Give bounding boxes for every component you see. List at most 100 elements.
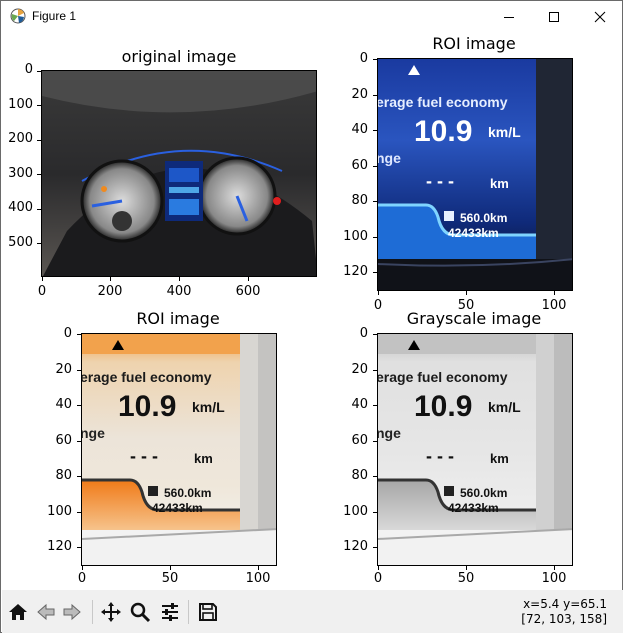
subplot-roi-inverted-image[interactable]: erage fuel economy 10.9 km/L nge - - - k… [81, 333, 277, 566]
tick-label: 0 [359, 51, 368, 66]
trip-value: 560.0km [164, 486, 211, 500]
dashboard-photo [42, 71, 316, 276]
cursor-xy: x=5.4 y=65.1 [523, 597, 607, 611]
tick-label: 400 [8, 200, 33, 215]
toolbar-separator [92, 600, 93, 624]
magnifier-icon [130, 602, 151, 623]
tick-label: 0 [24, 62, 33, 77]
tick-label: 20 [351, 362, 368, 377]
fuel-economy-unit: km/L [192, 399, 225, 415]
back-button[interactable] [33, 599, 59, 625]
range-unit: km [490, 451, 509, 466]
range-dashes: - - - [426, 446, 454, 466]
range-unit: km [194, 451, 213, 466]
subplot-roi-inverted-title: ROI image [136, 309, 220, 328]
minimize-icon [504, 16, 514, 18]
tick-label: 60 [55, 433, 72, 448]
matplotlib-logo-icon [10, 8, 26, 24]
tick-label: 400 [166, 284, 192, 299]
tick-label: 100 [343, 229, 368, 244]
tick-label: 80 [351, 468, 368, 483]
roi-display-grayscale: erage fuel economy 10.9 km/L nge - - - k… [378, 334, 572, 565]
roi-display-blue: erage fuel economy 10.9 km/L nge - - - k… [378, 59, 572, 290]
trip-value: 560.0km [460, 211, 507, 225]
tick-label: 20 [351, 87, 368, 102]
save-button[interactable] [195, 599, 221, 625]
roi-display-inverted: erage fuel economy 10.9 km/L nge - - - k… [82, 334, 276, 565]
range-label: nge [378, 425, 401, 441]
fuel-economy-unit: km/L [488, 399, 521, 415]
subplot-original-title: original image [121, 47, 237, 66]
navigation-toolbar: x=5.4 y=65.1 [72, 103, 158] [2, 590, 623, 633]
tick-label: 80 [351, 193, 368, 208]
tick-label: 120 [47, 539, 72, 554]
tick-label: 300 [8, 166, 33, 181]
range-dashes: - - - [426, 171, 454, 191]
tick-label: 100 [343, 504, 368, 519]
fuel-economy-label: erage fuel economy [378, 369, 508, 385]
range-unit: km [490, 176, 509, 191]
tick-label: 200 [8, 131, 33, 146]
sliders-icon [162, 603, 178, 621]
move-icon [101, 602, 121, 622]
tick-label: 100 [8, 97, 33, 112]
tick-label: 100 [541, 571, 567, 586]
subplot-grayscale-image[interactable]: erage fuel economy 10.9 km/L nge - - - k… [377, 333, 573, 566]
home-icon [9, 604, 27, 620]
tick-label: 120 [343, 264, 368, 279]
tick-label: 0 [77, 571, 87, 586]
tick-label: 60 [351, 158, 368, 173]
fuel-economy-label: erage fuel economy [378, 94, 508, 110]
subplot-roi-title: ROI image [432, 34, 516, 53]
trip-value: 560.0km [460, 486, 507, 500]
forward-arrow-icon [63, 603, 81, 621]
close-button[interactable] [577, 1, 623, 32]
fuel-economy-value: 10.9 [414, 115, 472, 148]
tick-label: 50 [161, 571, 179, 586]
close-icon [594, 11, 606, 22]
subplot-original-image[interactable] [41, 70, 317, 277]
tick-label: 200 [97, 284, 123, 299]
tick-label: 100 [47, 504, 72, 519]
tick-label: 20 [55, 362, 72, 377]
title-bar: Figure 1 [1, 1, 622, 32]
tick-label: 0 [37, 284, 47, 299]
cursor-pixel-value: [72, 103, 158] [521, 612, 607, 626]
tick-label: 600 [235, 284, 261, 299]
configure-subplots-button[interactable] [157, 599, 183, 625]
forward-button[interactable] [59, 599, 85, 625]
fuel-economy-unit: km/L [488, 124, 521, 140]
window-title: Figure 1 [32, 9, 77, 23]
fuel-economy-label: erage fuel economy [82, 369, 212, 385]
tick-label: 0 [359, 326, 368, 341]
toolbar-separator [188, 600, 189, 624]
tick-label: 40 [351, 122, 368, 137]
range-dashes: - - - [130, 446, 158, 466]
zoom-button[interactable] [127, 599, 153, 625]
minimize-button[interactable] [486, 1, 532, 32]
fuel-economy-value: 10.9 [414, 390, 472, 423]
fuel-economy-value: 10.9 [118, 390, 176, 423]
range-label: nge [378, 150, 401, 166]
tick-label: 50 [457, 571, 475, 586]
pan-button[interactable] [98, 599, 124, 625]
cursor-readout: x=5.4 y=65.1 [72, 103, 158] [521, 597, 607, 627]
subplot-roi-image[interactable]: erage fuel economy 10.9 km/L nge - - - k… [377, 58, 573, 291]
figure-window: Figure 1 original image 0 100 200 300 40… [0, 0, 623, 633]
tick-label: 40 [55, 397, 72, 412]
maximize-icon [549, 11, 559, 22]
tick-label: 80 [55, 468, 72, 483]
range-label: nge [82, 425, 105, 441]
tick-label: 0 [63, 326, 72, 341]
odometer-value: 42433km [152, 501, 203, 515]
tick-label: 100 [245, 571, 271, 586]
home-button[interactable] [5, 599, 31, 625]
maximize-button[interactable] [531, 1, 577, 32]
odometer-value: 42433km [448, 501, 499, 515]
tick-label: 60 [351, 433, 368, 448]
subplot-grayscale-title: Grayscale image [406, 309, 542, 328]
odometer-value: 42433km [448, 226, 499, 240]
back-arrow-icon [37, 603, 55, 621]
tick-label: 40 [351, 397, 368, 412]
save-icon [199, 603, 217, 621]
